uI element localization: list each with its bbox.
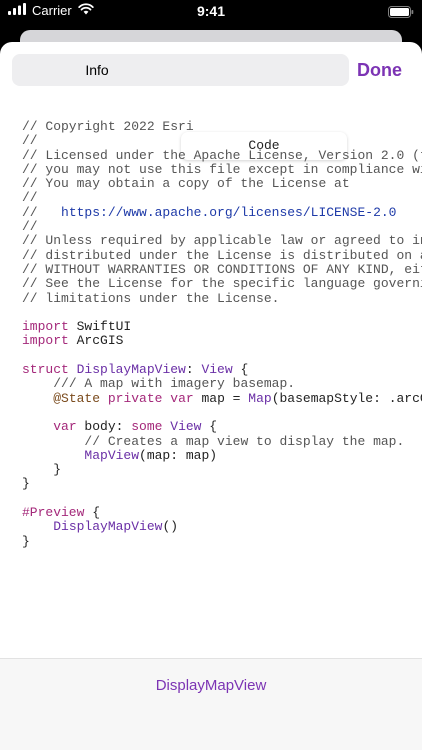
code-token: import xyxy=(22,319,69,335)
code-line: // WITHOUT WARRANTIES OR CONDITIONS OF A… xyxy=(22,261,422,277)
code-token: ArcGIS xyxy=(68,333,124,349)
code-line: } xyxy=(22,477,422,491)
code-token: View xyxy=(170,419,202,435)
code-line: var body: some View { xyxy=(22,420,422,434)
code-token: // distributed under the License is dist… xyxy=(22,247,422,263)
code-token: // Unless required by applicable law or … xyxy=(22,233,422,249)
code-token: map = xyxy=(193,390,249,406)
code-line: // distributed under the License is dist… xyxy=(22,247,422,263)
battery-icon xyxy=(388,5,414,23)
code-line: } xyxy=(22,533,422,549)
code-token: var xyxy=(53,419,77,435)
code-token: // limitations under the License. xyxy=(22,290,280,306)
code-token: Map xyxy=(248,390,272,406)
code-token: https://www.apache.org/licenses/LICENSE-… xyxy=(61,204,397,220)
code-token: : xyxy=(185,362,202,378)
code-line: import ArcGIS xyxy=(22,334,422,348)
code-line: // https://www.apache.org/licenses/LICEN… xyxy=(22,204,422,220)
code-line: } xyxy=(22,462,422,478)
code-token: @State xyxy=(53,390,101,406)
code-line: // Unless required by applicable law or … xyxy=(22,234,422,248)
code-sheet: Info Code Done // Copyright 2022 Esri///… xyxy=(0,42,422,750)
code-line: // you may not use this file except in c… xyxy=(22,161,422,177)
code-line: /// A map with imagery basemap. xyxy=(22,377,422,391)
code-token: } xyxy=(22,476,30,492)
code-token: } xyxy=(22,462,62,478)
code-token: body: xyxy=(76,419,132,435)
code-token: // Copyright 2022 Esri xyxy=(22,119,194,134)
status-bar: Carrier 9:41 xyxy=(0,0,422,24)
code-line: // xyxy=(22,219,422,235)
code-token: // you may not use this file except in c… xyxy=(22,161,422,177)
code-token: (basemapStyle: .arcGISImagery) xyxy=(271,390,422,406)
code-token: // You may obtain a copy of the License … xyxy=(22,176,350,192)
code-token: } xyxy=(22,533,30,549)
code-line: import SwiftUI xyxy=(22,320,422,334)
status-time: 9:41 xyxy=(196,3,226,19)
code-line: // Copyright 2022 Esri xyxy=(22,119,422,134)
source-code-view[interactable]: // Copyright 2022 Esri//// Licensed unde… xyxy=(22,119,422,549)
done-button[interactable]: Done xyxy=(357,60,402,81)
code-line: // xyxy=(22,134,422,148)
bottom-bar: DisplayMapView xyxy=(0,658,422,750)
code-token: private xyxy=(107,390,163,406)
code-token: { xyxy=(84,505,101,521)
code-token: /// A map with imagery basemap. xyxy=(53,376,296,392)
code-token: import xyxy=(22,333,69,349)
code-token: // Licensed under the Apache License, Ve… xyxy=(22,147,422,163)
code-line: DisplayMapView() xyxy=(22,520,422,534)
code-line: struct DisplayMapView: View { xyxy=(22,362,422,378)
code-line: MapView(map: map) xyxy=(22,447,422,463)
code-line: // Licensed under the Apache License, Ve… xyxy=(22,147,422,163)
code-line: // xyxy=(22,191,422,205)
info-code-segmented-control: Info Code xyxy=(12,54,349,160)
code-token: struct xyxy=(22,362,69,378)
code-token: // xyxy=(22,204,62,220)
code-token: DisplayMapView xyxy=(76,362,186,378)
code-line: // See the License for the specific lang… xyxy=(22,277,422,291)
code-line: // limitations under the License. xyxy=(22,290,422,306)
code-line: @State private var map = Map(basemapStyl… xyxy=(22,390,422,406)
sample-title[interactable]: DisplayMapView xyxy=(0,677,422,694)
code-token: MapView xyxy=(84,447,140,463)
code-token: { xyxy=(232,362,249,378)
code-token: #Preview xyxy=(22,505,85,521)
code-token: var xyxy=(170,390,194,406)
code-token: View xyxy=(201,362,233,378)
code-token: // xyxy=(22,133,38,149)
code-token: SwiftUI xyxy=(68,319,132,335)
code-token: // xyxy=(22,219,38,235)
code-token: some xyxy=(131,419,163,435)
code-line: #Preview { xyxy=(22,505,422,521)
code-token: { xyxy=(201,419,218,435)
code-line: // Creates a map view to display the map… xyxy=(22,433,422,449)
code-token: // WITHOUT WARRANTIES OR CONDITIONS OF A… xyxy=(22,261,422,277)
code-line: // You may obtain a copy of the License … xyxy=(22,177,422,191)
code-token: () xyxy=(162,519,179,535)
code-token: (map: map) xyxy=(139,447,218,463)
code-token: // xyxy=(22,190,38,206)
code-token: DisplayMapView xyxy=(53,519,163,535)
code-token: // Creates a map view to display the map… xyxy=(84,433,405,449)
segment-info[interactable]: Info xyxy=(14,56,180,84)
code-token: // See the License for the specific lang… xyxy=(22,276,422,292)
